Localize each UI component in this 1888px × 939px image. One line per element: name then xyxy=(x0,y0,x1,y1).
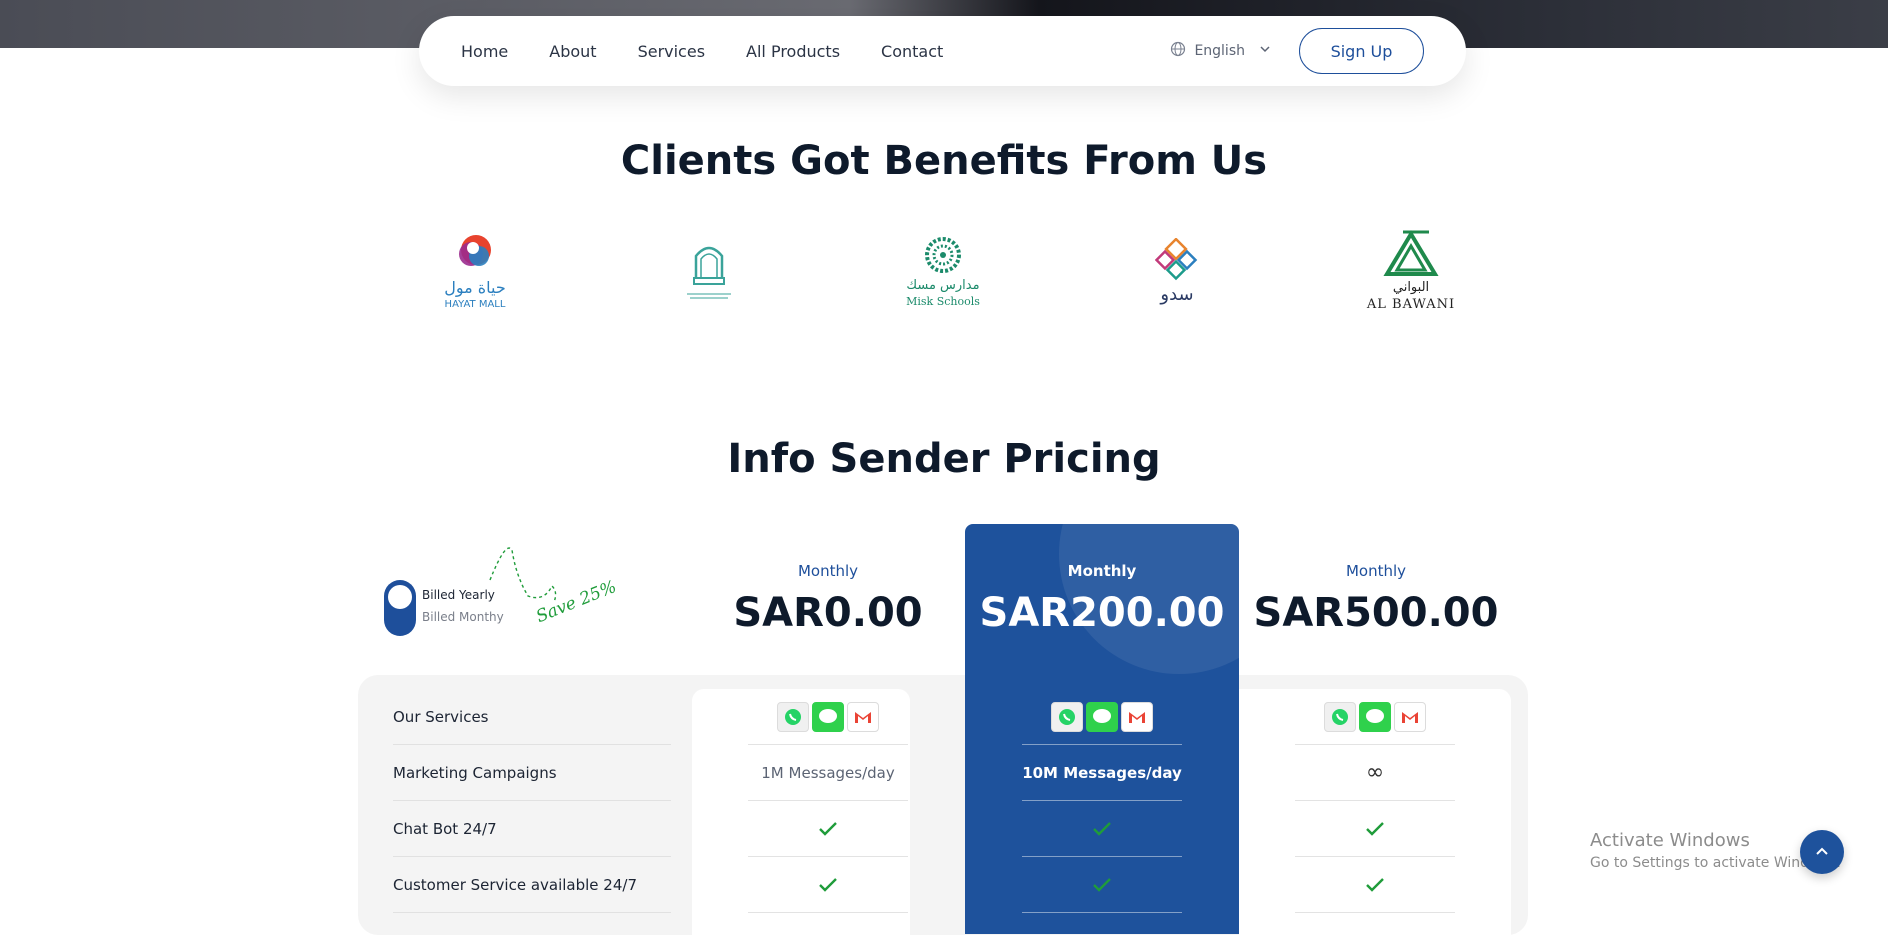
customer-service-cell-basic xyxy=(748,857,908,913)
plan-header-basic: Monthly SAR0.00 xyxy=(691,562,965,636)
pricing-title: Info Sender Pricing xyxy=(727,436,1161,482)
sign-up-button[interactable]: Sign Up xyxy=(1299,28,1424,74)
services-cell-premium xyxy=(1295,689,1455,745)
customer-service-cell-premium xyxy=(1295,857,1455,913)
campaigns-cell-featured: 10M Messages/day xyxy=(1022,745,1182,801)
chevron-down-icon xyxy=(1259,43,1271,59)
al-bawani-name: AL BAWANI xyxy=(1366,297,1456,312)
services-cell-featured xyxy=(1022,689,1182,745)
hayat-mall-arabic: حياة مول xyxy=(444,278,506,297)
client-logo-hayat-mall: حياة مول HAYAT MALL xyxy=(425,226,525,316)
top-navbar: Home About Services All Products Contact… xyxy=(419,16,1466,86)
misk-arabic: مدارس مسك xyxy=(906,278,980,293)
check-icon xyxy=(1093,821,1111,836)
row-label-customer-service: Customer Service available 24/7 xyxy=(393,857,671,913)
row-label-marketing-campaigns: Marketing Campaigns xyxy=(393,745,671,801)
client-logo-sadu: سدو xyxy=(1127,226,1227,316)
service-icons xyxy=(777,701,879,732)
customer-service-cell-featured xyxy=(1022,857,1182,913)
client-logo-al-bawani: البواني AL BAWANI xyxy=(1361,226,1461,316)
dashed-arrow-icon xyxy=(489,547,557,603)
chatbot-cell-featured xyxy=(1022,801,1182,857)
infinity-icon: ∞ xyxy=(1295,745,1455,801)
chevron-up-icon xyxy=(1816,847,1828,855)
misk-schools-mark xyxy=(925,237,961,273)
gmail-icon xyxy=(1394,701,1426,732)
scroll-to-top-button[interactable] xyxy=(1800,830,1844,874)
al-bawani-mark xyxy=(1383,230,1439,276)
check-icon xyxy=(819,877,837,892)
toggle-knob xyxy=(388,585,412,609)
al-bawani-arabic: البواني xyxy=(1392,280,1430,295)
university-mark xyxy=(687,246,731,299)
sadu-mark xyxy=(1155,237,1198,280)
service-icons xyxy=(1324,701,1426,732)
check-icon xyxy=(819,821,837,836)
row-label-our-services: Our Services xyxy=(393,689,671,745)
nav-home[interactable]: Home xyxy=(461,42,508,61)
check-icon xyxy=(1366,821,1384,836)
client-logo-misk-schools: مدارس مسك Misk Schools xyxy=(893,226,993,316)
chatbot-cell-basic xyxy=(748,801,908,857)
plan-period: Monthly xyxy=(1345,562,1407,580)
services-cell-basic xyxy=(748,689,908,745)
plan-period: Monthly xyxy=(1067,562,1137,580)
campaigns-cell-basic: 1M Messages/day xyxy=(748,745,908,801)
plan-period: Monthly xyxy=(797,562,859,580)
sadu-arabic: سدو xyxy=(1160,283,1194,305)
sms-icon xyxy=(812,701,844,732)
check-icon xyxy=(1093,877,1111,892)
sms-icon xyxy=(1359,701,1391,732)
client-logo-university xyxy=(659,226,759,316)
chatbot-cell-premium xyxy=(1295,801,1455,857)
whatsapp-icon xyxy=(777,701,809,732)
gmail-icon xyxy=(847,701,879,732)
plan-price: SAR500.00 xyxy=(1253,590,1499,636)
plan-price: SAR0.00 xyxy=(733,590,923,636)
gmail-icon xyxy=(1121,701,1153,732)
nav-about[interactable]: About xyxy=(549,42,596,61)
check-icon xyxy=(1366,877,1384,892)
sms-icon xyxy=(1086,701,1118,732)
nav-links: Home About Services All Products Contact xyxy=(461,42,984,61)
nav-services[interactable]: Services xyxy=(638,42,705,61)
plan-header-premium: Monthly SAR500.00 xyxy=(1239,562,1513,636)
nav-contact[interactable]: Contact xyxy=(881,42,943,61)
service-icons xyxy=(1051,701,1153,732)
hayat-mall-name: HAYAT MALL xyxy=(444,299,506,310)
billed-monthly-label[interactable]: Billed Monthy xyxy=(422,610,504,624)
clients-title: Clients Got Benefits From Us xyxy=(620,138,1268,184)
billing-toggle-group: Billed Yearly Billed Monthy xyxy=(384,580,504,636)
language-selector[interactable]: English xyxy=(1170,41,1271,61)
row-label-chat-bot: Chat Bot 24/7 xyxy=(393,801,671,857)
billing-toggle[interactable] xyxy=(384,580,416,636)
language-label: English xyxy=(1194,43,1245,59)
misk-name: Misk Schools xyxy=(906,295,980,308)
nav-all-products[interactable]: All Products xyxy=(746,42,840,61)
globe-icon xyxy=(1170,41,1186,61)
plan-header-featured: Monthly SAR200.00 xyxy=(965,562,1239,636)
whatsapp-icon xyxy=(1324,701,1356,732)
whatsapp-icon xyxy=(1051,701,1083,732)
plan-price: SAR200.00 xyxy=(979,590,1225,636)
nav-right: English Sign Up xyxy=(1170,28,1424,74)
hayat-mall-mark xyxy=(459,235,491,266)
billed-yearly-label[interactable]: Billed Yearly xyxy=(422,588,495,602)
